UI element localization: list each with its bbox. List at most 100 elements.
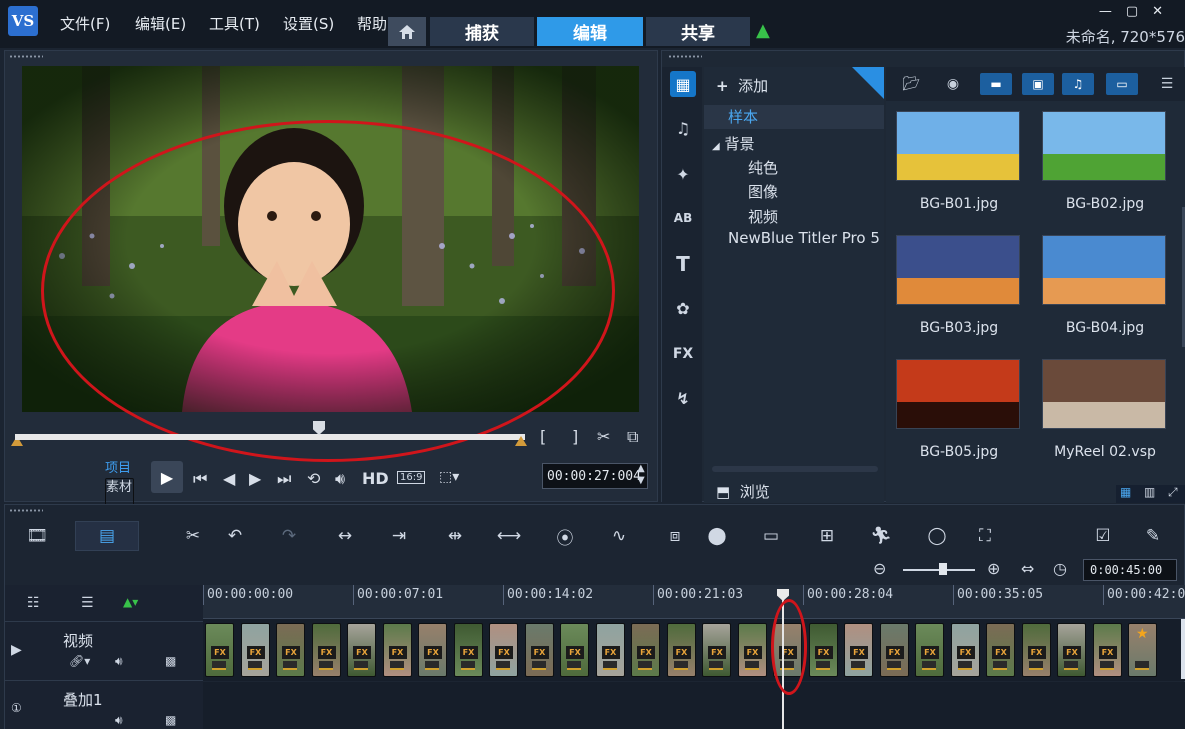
tab-edit[interactable]: 编辑 [537,17,643,46]
repeat-icon[interactable]: ⟲ [307,469,320,488]
video-clip[interactable]: FX [489,623,518,677]
video-clip[interactable]: FX [347,623,376,677]
home-button[interactable] [388,17,426,46]
prev-frame-icon[interactable]: ◀ [223,469,235,488]
tree-item-background[interactable]: ◢ 背景 [712,133,755,154]
track-manager-icon[interactable]: ☷ [27,595,40,611]
tree-item-titler[interactable]: NewBlue Titler Pro 5 [728,229,880,247]
filter-video-icon[interactable]: ▬ [980,73,1012,95]
video-clip[interactable]: FX [382,623,412,677]
panel-grip[interactable] [9,509,43,512]
video-clip[interactable]: FX [844,623,873,677]
camera-lens-icon[interactable]: ◉ [940,73,966,95]
mode-project[interactable]: 项目 [105,460,134,478]
record-icon[interactable]: ⦿ [551,524,579,549]
preview-timecode[interactable]: 00:00:27:004 [542,463,648,489]
overlay-track-lane[interactable] [203,682,1185,729]
edit-clip-icon[interactable]: ✎ [1139,524,1167,548]
tree-item-sample[interactable]: 样本 [704,105,884,129]
video-clip[interactable]: FX [702,623,731,677]
fx-icon[interactable]: FX [670,341,696,367]
tools-icon[interactable]: ✂ [179,524,207,548]
crop-dropdown-icon[interactable]: ⬚▾ [439,469,459,485]
redo-icon[interactable]: ↷ [275,524,303,548]
path-tracking-icon[interactable]: ◯ [923,524,951,548]
multicam-icon[interactable]: ⧈ [661,524,689,548]
storyboard-view-icon[interactable]: ▦ [1120,485,1131,499]
fit-project-icon[interactable]: ⇔ [1021,559,1034,578]
track-scrollbar[interactable] [1181,619,1185,679]
video-clip[interactable]: FX [879,623,909,677]
smart-render-icon[interactable]: ⛶ [971,524,999,548]
mask-icon[interactable]: ⬤ [703,524,731,548]
volume-icon[interactable]: 🔊︎ [335,469,345,489]
enlarge-icon[interactable]: ⧉ [627,427,638,447]
filter-audio-icon[interactable]: ♫ [1062,73,1094,95]
video-clip[interactable]: FX [240,623,270,677]
video-clip[interactable]: FX [205,623,234,677]
split-icon[interactable]: ⇹ [441,524,469,548]
video-clip[interactable]: FX [631,623,660,677]
video-clip[interactable]: FX [1057,623,1086,677]
undo-icon[interactable]: ↶ [221,524,249,548]
video-clip[interactable]: FX [453,623,483,677]
window-controls[interactable]: —▢✕ [1099,4,1177,19]
video-clip[interactable]: FX [986,623,1015,677]
zoom-out-icon[interactable]: ⊖ [873,559,886,578]
play-button[interactable]: ▶ [151,461,183,493]
timeline-duration[interactable]: 0:00:45:00 [1083,559,1177,581]
ripple-icon[interactable]: ⇥ [385,524,413,548]
timecode-stepper-icon[interactable]: ▲ ▼ [637,463,645,487]
video-clip[interactable]: ★ [1128,623,1157,677]
go-start-icon[interactable]: ⏮ [193,469,207,489]
video-clip[interactable]: FX [666,623,696,677]
overlay-mute-icon[interactable]: 🔊︎ [115,713,123,728]
thumbnail-item[interactable]: BG-B04.jpg [1034,229,1176,351]
zoom-slider-handle[interactable] [939,563,947,575]
fit-icon[interactable]: ↔ [331,524,359,548]
zoom-in-icon[interactable]: ⊕ [987,559,1000,578]
video-clip[interactable]: FX [595,623,625,677]
pin-icon[interactable] [852,67,884,99]
aspect-ratio-button[interactable]: 16:9 [397,471,426,484]
split-screen-icon[interactable]: ⊞ [813,524,841,548]
tree-item-image[interactable]: 图像 [748,181,778,202]
menu-settings[interactable]: 设置(S) [283,13,334,34]
tab-capture[interactable]: 捕获 [430,17,534,46]
scissors-icon[interactable]: ✂ [597,427,610,446]
chapter-icon[interactable]: ☰ [81,595,94,611]
audio-wave-icon[interactable]: ∿ [605,524,633,548]
filter-photo-icon[interactable]: ▣ [1022,73,1054,95]
title-icon[interactable]: AB [670,205,696,231]
menu-edit[interactable]: 编辑(E) [135,13,186,34]
thumbnail-item[interactable]: BG-B01.jpg [888,105,1030,227]
video-track-lane[interactable]: FX FX FX FX FX FX FX FX FX FX FX FX FX FX FX FX FX FX FX FX… [203,619,1185,681]
graphic-icon[interactable]: ✿ [670,295,696,321]
thumbnail-item[interactable]: BG-B05.jpg [888,353,1030,475]
video-clip[interactable]: FX [1021,623,1051,677]
overlay-ripple-icon[interactable]: ▩ [165,713,176,727]
thumbnail-view-icon[interactable]: ▭ [1106,73,1138,95]
video-clip[interactable]: FX [808,623,838,677]
split-view-icon[interactable]: ▥ [1144,485,1155,499]
thumbnail-item[interactable]: BG-B03.jpg [888,229,1030,351]
video-clip[interactable]: FX [950,623,980,677]
video-clip[interactable]: FX [560,623,589,677]
browse-button[interactable]: ⬒ 浏览 [716,481,770,502]
hd-toggle[interactable]: HD [362,469,389,488]
tree-item-solid-color[interactable]: 纯色 [748,157,778,178]
video-clip[interactable]: FX [524,623,554,677]
audio-icon[interactable]: ♫ [670,115,696,141]
video-clip[interactable]: FX [1092,623,1122,677]
expand-view-icon[interactable]: ⤢ [1168,485,1178,500]
add-folder-button[interactable]: + 添加 [716,75,768,96]
video-clip[interactable]: FX [311,623,341,677]
thumbnail-item[interactable]: BG-B02.jpg [1034,105,1176,227]
video-clip[interactable]: FX [737,623,767,677]
media-icon[interactable]: ▦ [670,71,696,97]
mute-icon[interactable]: 🔊︎ [115,654,123,669]
menu-file[interactable]: 文件(F) [60,13,110,34]
menu-help[interactable]: 帮助 [357,13,387,34]
video-clip[interactable]: FX [418,623,447,677]
go-end-icon[interactable]: ⏭ [277,469,291,489]
